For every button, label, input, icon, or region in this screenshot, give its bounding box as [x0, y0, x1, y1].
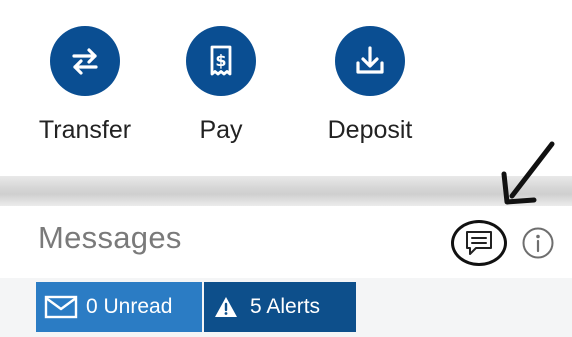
svg-text:$: $	[215, 51, 226, 70]
deposit-label: Deposit	[327, 116, 413, 144]
unread-filter-button[interactable]: 0 Unread	[36, 282, 202, 332]
alerts-label: 5 Alerts	[250, 295, 321, 318]
transfer-arrows-icon	[72, 48, 98, 75]
deposit-button[interactable]: Deposit	[310, 0, 430, 145]
quick-actions-bar: Transfer $ Pay Deposit	[0, 0, 572, 172]
envelope-icon	[44, 295, 78, 319]
app-screen: Transfer $ Pay Deposit Messages 0 Unread…	[0, 0, 572, 337]
download-tray-icon	[356, 46, 384, 74]
deposit-icon-circle	[335, 26, 405, 96]
annotation-arrow-icon	[501, 141, 555, 205]
transfer-label: Transfer	[38, 116, 132, 144]
chat-button[interactable]	[451, 220, 507, 266]
chat-bubble-icon	[466, 231, 492, 255]
info-icon[interactable]	[521, 226, 555, 260]
messages-section: Messages 0 Unread 5 Alerts	[0, 206, 572, 337]
messages-title: Messages	[38, 220, 182, 255]
bill-dollar-icon: $	[210, 45, 232, 76]
warning-triangle-icon	[214, 296, 238, 318]
alerts-filter-button[interactable]: 5 Alerts	[204, 282, 356, 332]
pay-label: Pay	[199, 116, 243, 144]
transfer-icon-circle	[50, 26, 120, 96]
transfer-button[interactable]: Transfer	[30, 0, 140, 145]
pay-icon-circle: $	[186, 26, 256, 96]
pay-button[interactable]: $ Pay	[176, 0, 266, 145]
unread-label: 0 Unread	[86, 295, 173, 318]
section-divider	[0, 176, 572, 206]
